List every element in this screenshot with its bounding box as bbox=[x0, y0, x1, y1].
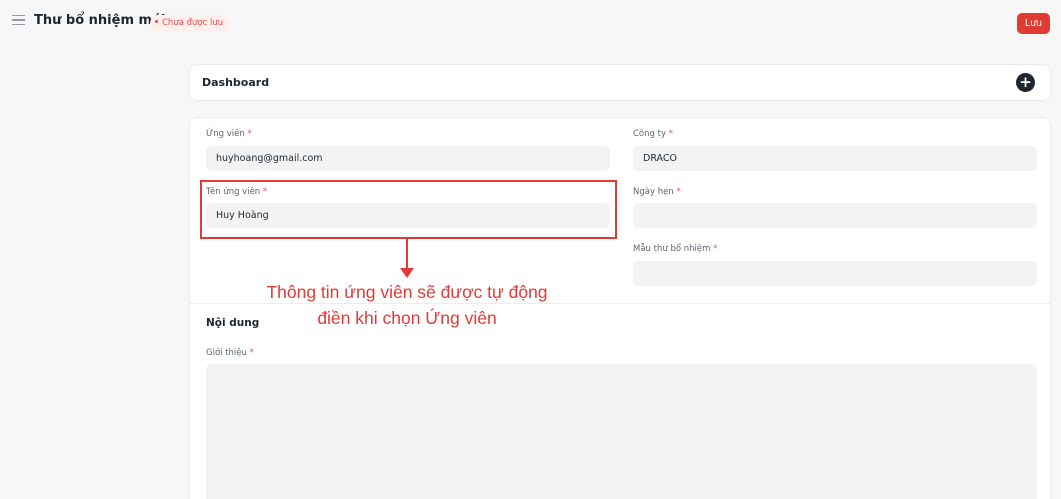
candidate-field[interactable]: huyhoang@gmail.com bbox=[206, 146, 610, 171]
appointment-date-label: Ngày hẹn * bbox=[633, 187, 681, 197]
save-button[interactable]: Lưu bbox=[1017, 13, 1050, 34]
annotation-text: Thông tin ứng viên sẽ được tự động điền … bbox=[222, 279, 592, 331]
intro-label: Giới thiệu * bbox=[206, 348, 254, 358]
template-label: Mẫu thư bổ nhiệm * bbox=[633, 244, 718, 254]
company-field[interactable]: DRACO bbox=[633, 146, 1037, 171]
annotation-line-2: điền khi chọn Ứng viên bbox=[317, 308, 497, 328]
annotation-line-1: Thông tin ứng viên sẽ được tự động bbox=[266, 282, 548, 302]
top-bar: Thư bổ nhiệm mới Chưa được lưu Lưu bbox=[0, 0, 1061, 44]
menu-icon[interactable] bbox=[12, 15, 25, 25]
dashboard-label: Dashboard bbox=[202, 76, 270, 89]
page-title: Thư bổ nhiệm mới bbox=[34, 13, 166, 28]
status-text: Chưa được lưu bbox=[162, 18, 224, 28]
intro-textarea[interactable] bbox=[206, 364, 1037, 499]
candidate-label: Ứng viên * bbox=[206, 129, 252, 139]
company-label: Công ty * bbox=[633, 129, 673, 139]
template-field[interactable] bbox=[633, 261, 1037, 286]
dashboard-card: Dashboard + bbox=[189, 64, 1051, 101]
add-icon[interactable]: + bbox=[1016, 73, 1035, 92]
status-dot-icon bbox=[155, 20, 158, 23]
arrow-down-icon bbox=[400, 268, 414, 278]
status-badge: Chưa được lưu bbox=[150, 15, 231, 32]
highlight-box bbox=[200, 180, 617, 239]
arrow-line bbox=[406, 239, 408, 269]
appointment-date-field[interactable] bbox=[633, 203, 1037, 228]
